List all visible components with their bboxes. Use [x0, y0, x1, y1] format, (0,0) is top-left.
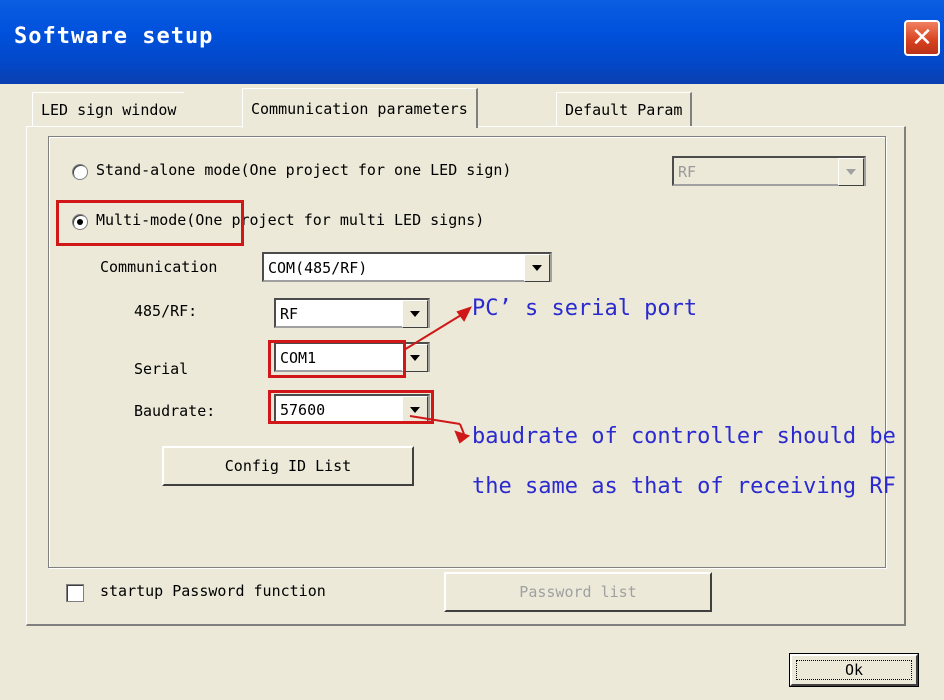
ok-button-label: Ok [844, 661, 864, 679]
standalone-mode-select-value: RF [678, 163, 697, 181]
baudrate-note-line1: baudrate of controller should be [472, 424, 896, 449]
chevron-down-icon[interactable] [524, 254, 550, 282]
communication-select[interactable]: COM(485/RF) [262, 252, 552, 282]
standalone-mode-select: RF [672, 156, 866, 186]
window-title: Software setup [14, 24, 214, 49]
baudrate-note-line2: the same as that of receiving RF [472, 474, 896, 499]
rs485-rf-select-value: RF [280, 305, 299, 323]
baudrate-highlight-box [268, 390, 434, 424]
standalone-mode-radio[interactable] [72, 164, 88, 180]
standalone-mode-label: Stand-alone mode(One project for one LED… [96, 161, 512, 179]
tab-default-param[interactable]: Default Param [556, 92, 693, 126]
communication-select-value: COM(485/RF) [268, 259, 368, 277]
close-icon[interactable]: ✕ [904, 20, 940, 56]
tab-communication-parameters[interactable]: Communication parameters [242, 88, 478, 128]
rs485-rf-select[interactable]: RF [274, 298, 430, 328]
serial-port-note: PC’ s serial port [472, 296, 698, 321]
serial-highlight-box [268, 340, 406, 378]
chevron-down-icon[interactable] [402, 300, 428, 328]
communication-label: Communication [100, 258, 218, 276]
multi-mode-highlight-box [56, 200, 244, 246]
config-id-list-button[interactable]: Config ID List [162, 446, 414, 486]
ok-button[interactable]: Ok [789, 653, 919, 687]
password-list-button: Password list [444, 572, 712, 612]
startup-password-label: startup Password function [100, 582, 326, 600]
serial-label: Serial [134, 360, 189, 378]
baudrate-label: Baudrate: [134, 402, 216, 420]
rs485-rf-label: 485/RF: [134, 302, 198, 320]
chevron-down-icon [838, 158, 864, 186]
startup-password-checkbox[interactable] [66, 584, 84, 602]
tab-led-sign-window[interactable]: LED sign window [32, 92, 185, 126]
